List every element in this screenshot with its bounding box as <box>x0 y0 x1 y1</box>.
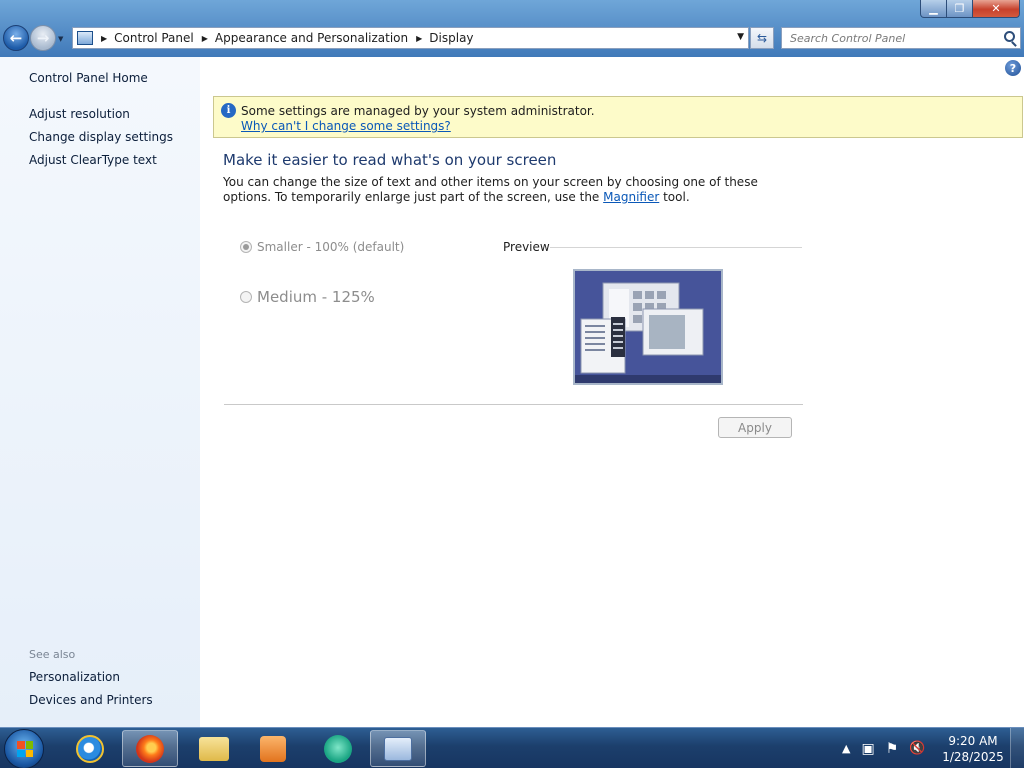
taskbar-firefox[interactable] <box>122 730 178 767</box>
option-medium-label: Medium - 125% <box>257 288 375 306</box>
show-hidden-icons-button[interactable]: ▲ <box>842 742 850 755</box>
info-icon: i <box>221 103 236 118</box>
description-text-end: tool. <box>659 190 690 204</box>
control-panel-home-link[interactable]: Control Panel Home <box>29 71 148 85</box>
network-icon[interactable]: ▣ <box>861 741 874 757</box>
internet-explorer-icon <box>76 734 104 763</box>
search-input[interactable] <box>782 31 992 45</box>
page-title: Make it easier to read what's on your sc… <box>223 151 557 169</box>
windows-logo-icon <box>17 741 33 757</box>
address-row: ← → ▼ ▶ Control Panel ▶ Appearance and P… <box>0 23 1024 55</box>
magnifier-link[interactable]: Magnifier <box>603 190 659 204</box>
preview-desktop-illustration <box>575 271 721 383</box>
refresh-icon: ⇆ <box>756 31 768 45</box>
display-settings-icon <box>384 736 412 761</box>
control-panel-icon <box>77 31 93 45</box>
preview-image <box>573 269 723 385</box>
taskbar-file-explorer[interactable] <box>186 730 242 767</box>
change-display-settings-link[interactable]: Change display settings <box>29 130 173 144</box>
firefox-icon <box>136 734 164 763</box>
address-bar[interactable]: ▶ Control Panel ▶ Appearance and Persona… <box>72 27 749 49</box>
apply-button[interactable]: Apply <box>718 417 792 438</box>
task-pane: Control Panel Home Adjust resolution Cha… <box>0 57 200 727</box>
option-smaller-label: Smaller - 100% (default) <box>257 240 405 254</box>
info-message: Some settings are managed by your system… <box>241 104 595 118</box>
minimize-button[interactable]: ▁ <box>920 0 947 18</box>
adjust-cleartype-link[interactable]: Adjust ClearType text <box>29 153 157 167</box>
taskbar-media-player[interactable] <box>245 730 301 767</box>
admin-info-bar: i Some settings are managed by your syst… <box>213 96 1023 138</box>
caption-buttons: ▁ ❐ ✕ <box>920 0 1020 18</box>
chevron-down-icon[interactable]: ▼ <box>737 32 744 42</box>
taskbar-internet-explorer[interactable] <box>62 730 118 767</box>
see-also-label: See also <box>29 648 76 661</box>
volume-muted-icon[interactable]: 🔇 <box>909 741 925 756</box>
breadcrumb-control-panel[interactable]: Control Panel <box>114 31 194 45</box>
back-arrow-icon: ← <box>9 29 23 47</box>
control-panel-window: ▁ ❐ ✕ ← → ▼ ▶ Control Panel ▶ Appearance… <box>0 0 1024 727</box>
title-bar: ▁ ❐ ✕ <box>0 0 1024 22</box>
devices-and-printers-link[interactable]: Devices and Printers <box>29 693 153 707</box>
main-content: ? i Some settings are managed by your sy… <box>200 57 1024 727</box>
taskbar: ▲ ▣ ⚑ 🔇 9:20 AM 1/28/2025 <box>0 727 1024 768</box>
personalization-link[interactable]: Personalization <box>29 670 120 684</box>
notification-area: ▲ ▣ ⚑ 🔇 <box>842 728 936 768</box>
show-desktop-button[interactable] <box>1010 728 1024 768</box>
adjust-resolution-link[interactable]: Adjust resolution <box>29 107 130 121</box>
why-cant-i-change-link[interactable]: Why can't I change some settings? <box>241 119 451 133</box>
breadcrumb-appearance[interactable]: Appearance and Personalization <box>215 31 408 45</box>
forward-button[interactable]: → <box>30 25 56 51</box>
breadcrumb-display[interactable]: Display <box>429 31 473 45</box>
start-button[interactable] <box>4 729 44 768</box>
restore-button[interactable]: ❐ <box>947 0 973 18</box>
clock-date: 1/28/2025 <box>942 750 1004 764</box>
taskbar-chat-app[interactable] <box>310 730 366 767</box>
action-center-flag-icon[interactable]: ⚑ <box>886 741 899 757</box>
refresh-button[interactable]: ⇆ <box>750 27 774 49</box>
file-explorer-icon <box>199 736 229 761</box>
help-icon[interactable]: ? <box>1005 60 1021 76</box>
recent-pages-dropdown[interactable]: ▼ <box>58 35 63 43</box>
preview-label: Preview <box>503 240 550 254</box>
taskbar-display-settings[interactable] <box>370 730 426 767</box>
chat-icon <box>324 734 352 763</box>
search-icon[interactable] <box>1004 31 1015 42</box>
option-medium[interactable]: Medium - 125% <box>240 288 375 306</box>
option-smaller[interactable]: Smaller - 100% (default) <box>240 240 404 254</box>
radio-smaller[interactable] <box>240 241 252 253</box>
forward-arrow-icon: → <box>36 29 50 47</box>
preview-divider <box>550 247 802 248</box>
search-box[interactable] <box>781 27 1021 49</box>
clock-time: 9:20 AM <box>948 734 998 748</box>
chevron-right-icon[interactable]: ▶ <box>416 34 422 43</box>
back-button[interactable]: ← <box>3 25 29 51</box>
radio-medium[interactable] <box>240 291 252 303</box>
chevron-right-icon[interactable]: ▶ <box>202 34 208 43</box>
chevron-right-icon[interactable]: ▶ <box>101 34 107 43</box>
page-description: You can change the size of text and othe… <box>223 175 783 205</box>
content-divider <box>224 404 803 405</box>
media-player-icon <box>260 735 286 762</box>
system-clock[interactable]: 9:20 AM 1/28/2025 <box>940 733 1006 765</box>
close-button[interactable]: ✕ <box>973 0 1020 18</box>
